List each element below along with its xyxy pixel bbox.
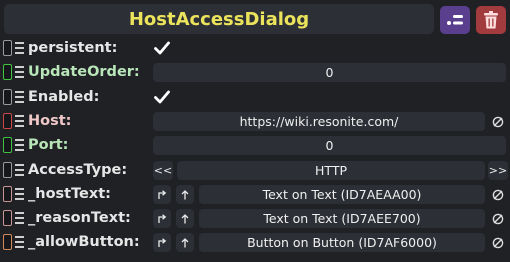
enum-next-button[interactable]: >> [488, 161, 508, 180]
allow-button-reference[interactable]: Button on Button (ID7AF6000) [199, 233, 485, 252]
checkmark-icon [154, 41, 170, 55]
jump-arrow-icon [158, 189, 167, 199]
null-button[interactable] [490, 233, 506, 252]
field-row-host: Host: https://wiki.resonite.com/ [0, 110, 510, 132]
field-label: _hostText: [28, 186, 111, 202]
null-icon [492, 189, 504, 200]
inspector-panel: HostAccessDialog persistent: UpdateOrder… [0, 0, 510, 262]
null-icon [492, 116, 504, 127]
field-label: Host: [28, 113, 72, 129]
collapse-icon [447, 15, 463, 25]
jump-to-button[interactable] [153, 185, 171, 204]
reason-text-reference[interactable]: Text on Text (ID7AEE700) [199, 209, 485, 228]
drag-handle-icon[interactable] [15, 236, 24, 248]
field-row-allow-button: _allowButton: Button on Button (ID7AF600… [0, 231, 510, 253]
field-label: _reasonText: [28, 210, 131, 226]
field-row-persistent: persistent: [0, 37, 510, 59]
field-row-host-text: _hostText: Text on Text (ID7AEAA00) [0, 183, 510, 205]
reference-handle[interactable] [3, 40, 12, 56]
component-header[interactable]: HostAccessDialog [4, 4, 434, 34]
collapse-button[interactable] [440, 6, 470, 34]
drag-handle-icon[interactable] [15, 115, 24, 127]
null-icon [492, 237, 504, 248]
drag-handle-icon[interactable] [15, 66, 24, 78]
field-row-reason-text: _reasonText: Text on Text (ID7AEE700) [0, 207, 510, 229]
reference-handle[interactable] [3, 234, 12, 250]
field-row-port: Port: 0 [0, 134, 510, 156]
drag-handle-icon[interactable] [15, 164, 24, 176]
host-input[interactable]: https://wiki.resonite.com/ [153, 112, 485, 131]
reference-handle[interactable] [3, 89, 12, 105]
checkmark-icon [154, 90, 170, 104]
field-label: _allowButton: [28, 234, 140, 250]
trash-icon [484, 11, 498, 29]
go-up-button[interactable] [176, 209, 194, 228]
drag-handle-icon[interactable] [15, 188, 24, 200]
jump-to-button[interactable] [153, 209, 171, 228]
host-text-reference[interactable]: Text on Text (ID7AEAA00) [199, 185, 485, 204]
up-arrow-icon [181, 213, 189, 223]
field-label: AccessType: [28, 162, 128, 178]
jump-to-button[interactable] [153, 233, 171, 252]
drag-handle-icon[interactable] [15, 42, 24, 54]
drag-handle-icon[interactable] [15, 212, 24, 224]
field-label: Enabled: [28, 89, 100, 105]
field-label: Port: [28, 137, 69, 153]
access-type-value: HTTP [177, 161, 485, 180]
reference-handle[interactable] [3, 210, 12, 226]
jump-arrow-icon [158, 237, 167, 247]
field-row-update-order: UpdateOrder: 0 [0, 61, 510, 83]
jump-arrow-icon [158, 213, 167, 223]
field-row-enabled: Enabled: [0, 86, 510, 108]
persistent-checkbox[interactable] [152, 38, 172, 58]
null-icon [492, 213, 504, 224]
enabled-checkbox[interactable] [152, 87, 172, 107]
null-button[interactable] [490, 185, 506, 204]
up-arrow-icon [181, 237, 189, 247]
go-up-button[interactable] [176, 185, 194, 204]
port-input[interactable]: 0 [153, 136, 506, 155]
enum-prev-button[interactable]: << [153, 161, 173, 180]
reference-handle[interactable] [3, 162, 12, 178]
go-up-button[interactable] [176, 233, 194, 252]
destroy-button[interactable] [476, 6, 506, 34]
reference-handle[interactable] [3, 186, 12, 202]
reference-handle[interactable] [3, 64, 12, 80]
drag-handle-icon[interactable] [15, 139, 24, 151]
drag-handle-icon[interactable] [15, 91, 24, 103]
field-row-access-type: AccessType: << HTTP >> [0, 159, 510, 181]
field-label: persistent: [28, 40, 118, 56]
null-button[interactable] [490, 112, 506, 131]
field-label: UpdateOrder: [28, 64, 140, 80]
update-order-input[interactable]: 0 [153, 63, 506, 82]
component-title: HostAccessDialog [128, 8, 310, 30]
up-arrow-icon [181, 189, 189, 199]
null-button[interactable] [490, 209, 506, 228]
reference-handle[interactable] [3, 113, 12, 129]
reference-handle[interactable] [3, 137, 12, 153]
